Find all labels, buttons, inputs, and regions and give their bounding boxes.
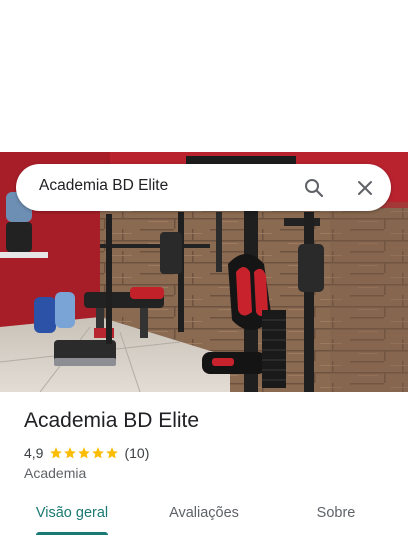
- active-tab-indicator: [36, 532, 108, 535]
- star-icon: [64, 447, 77, 459]
- star-icon: [50, 447, 63, 459]
- star-icon: [106, 447, 119, 459]
- search-input[interactable]: Academia BD Elite: [39, 177, 168, 195]
- rating-row[interactable]: 4,9 (10): [24, 444, 149, 462]
- place-title: Academia BD Elite: [24, 409, 200, 432]
- tab-bar: Visão geral Avaliações Sobre: [0, 500, 408, 544]
- star-icon: [92, 447, 105, 459]
- rating-value: 4,9: [24, 445, 44, 461]
- search-icon[interactable]: [302, 176, 326, 200]
- review-count[interactable]: (10): [124, 445, 149, 461]
- tab-about[interactable]: Sobre: [317, 505, 356, 521]
- search-bar[interactable]: Academia BD Elite: [16, 164, 391, 211]
- tab-reviews[interactable]: Avaliações: [169, 505, 239, 521]
- place-category: Academia: [24, 465, 87, 481]
- close-icon[interactable]: [353, 176, 377, 200]
- rating-stars: [49, 446, 119, 460]
- tab-overview[interactable]: Visão geral: [36, 505, 108, 521]
- star-icon: [78, 447, 91, 459]
